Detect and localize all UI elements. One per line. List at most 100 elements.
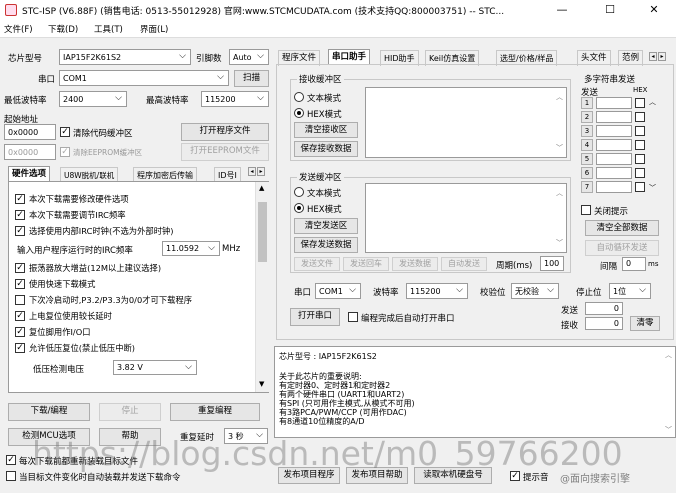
clear-code-checkbox[interactable]: ✓ — [60, 127, 70, 137]
multi-row-6-hex-checkbox[interactable] — [635, 168, 645, 178]
repeat-program-button[interactable]: 重复编程 — [170, 403, 260, 421]
menu-interface[interactable]: 界面(L) — [140, 23, 168, 35]
tab-hardware-options[interactable]: 硬件选项 — [8, 166, 51, 182]
save-send-button[interactable]: 保存发送数据 — [294, 237, 358, 253]
option-checkbox[interactable]: ✓ — [15, 194, 25, 204]
multi-row-5-button[interactable]: 5 — [581, 153, 593, 165]
send-data-button[interactable]: 发送数据 — [392, 257, 438, 271]
maximize-button[interactable]: ☐ — [588, 0, 632, 20]
send-scroll-up-icon[interactable]: ︿ — [556, 188, 563, 198]
multi-row-2-input[interactable] — [596, 111, 632, 123]
option-checkbox[interactable]: ✓ — [15, 279, 25, 289]
send-return-button[interactable]: 发送回车 — [343, 257, 389, 271]
menu-tools[interactable]: 工具(T) — [94, 23, 123, 35]
open-serial-port-button[interactable]: 打开串口 — [290, 308, 340, 326]
multi-row-4-button[interactable]: 4 — [581, 139, 593, 151]
option-checkbox[interactable]: ✓ — [15, 327, 25, 337]
multi-row-7-input[interactable] — [596, 181, 632, 193]
multi-row-2-button[interactable]: 2 — [581, 111, 593, 123]
send-text-mode-radio[interactable] — [294, 187, 304, 197]
right-tab-scroll-right-icon[interactable]: ▸ — [658, 52, 666, 61]
auto-loop-send-button[interactable]: 自动循环发送 — [585, 240, 659, 256]
eeprom-addr-input[interactable]: 0x0000 — [4, 144, 56, 160]
multi-row-4-hex-checkbox[interactable] — [635, 140, 645, 150]
info-scroll-up-icon[interactable]: ︿ — [665, 350, 672, 360]
multi-row-1-input[interactable] — [596, 97, 632, 109]
multi-row-7-hex-checkbox[interactable] — [635, 182, 645, 192]
multi-row-7-button[interactable]: 7 — [581, 181, 593, 193]
serial-port-select[interactable]: COM1 — [315, 283, 361, 299]
chip-select[interactable]: IAP15F2K61S2 — [59, 49, 191, 65]
auto-open-port-checkbox[interactable] — [348, 312, 358, 322]
auto-reload-checkbox[interactable] — [6, 471, 16, 481]
send-textarea[interactable]: ︿ ﹀ — [365, 183, 567, 253]
option-checkbox[interactable]: ✓ — [15, 311, 25, 321]
option-checkbox[interactable] — [15, 295, 25, 305]
menu-file[interactable]: 文件(F) — [4, 23, 33, 35]
reload-before-download-checkbox[interactable]: ✓ — [6, 455, 16, 465]
clear-all-data-button[interactable]: 清空全部数据 — [585, 220, 659, 236]
clear-eeprom-checkbox[interactable]: ✓ — [60, 147, 70, 157]
multi-scroll-down-icon[interactable]: ﹀ — [649, 183, 656, 193]
close-prompt-checkbox[interactable] — [581, 205, 591, 215]
info-scroll-down-icon[interactable]: ﹀ — [665, 425, 672, 435]
min-baud-select[interactable]: 2400 — [59, 91, 127, 107]
pins-select[interactable]: Auto — [229, 49, 269, 65]
save-receive-button[interactable]: 保存接收数据 — [294, 141, 358, 157]
send-hex-mode-radio[interactable] — [294, 203, 304, 213]
send-file-button[interactable]: 发送文件 — [294, 257, 340, 271]
multi-row-2-hex-checkbox[interactable] — [635, 112, 645, 122]
scroll-thumb[interactable] — [258, 202, 267, 262]
clear-send-button[interactable]: 清空发送区 — [294, 218, 358, 234]
multi-scroll-up-icon[interactable]: ︿ — [649, 97, 656, 107]
clear-receive-button[interactable]: 清空接收区 — [294, 122, 358, 138]
clear-count-button[interactable]: 清零 — [630, 316, 660, 331]
scroll-up-icon[interactable]: ▲ — [259, 184, 264, 192]
close-button[interactable]: ✕ — [632, 0, 676, 20]
max-baud-select[interactable]: 115200 — [201, 91, 269, 107]
tab-scroll-left-icon[interactable]: ◂ — [248, 167, 256, 176]
tab-scroll-right-icon[interactable]: ▸ — [257, 167, 265, 176]
menu-download[interactable]: 下载(D) — [48, 23, 78, 35]
multi-row-6-button[interactable]: 6 — [581, 167, 593, 179]
multi-row-3-button[interactable]: 3 — [581, 125, 593, 137]
recv-scroll-up-icon[interactable]: ︿ — [556, 92, 563, 102]
multi-row-3-input[interactable] — [596, 125, 632, 137]
multi-row-1-button[interactable]: 1 — [581, 97, 593, 109]
recv-hex-mode-radio[interactable] — [294, 108, 304, 118]
irc-freq-input[interactable]: 11.0592 — [162, 241, 220, 256]
right-tab-scroll-left-icon[interactable]: ◂ — [649, 52, 657, 61]
port-select[interactable]: COM1 — [59, 70, 229, 86]
multi-row-3-hex-checkbox[interactable] — [635, 126, 645, 136]
multi-row-6-input[interactable] — [596, 167, 632, 179]
send-scroll-down-icon[interactable]: ﹀ — [556, 238, 563, 248]
baud-rate-select[interactable]: 115200 — [406, 283, 468, 299]
recv-scroll-down-icon[interactable]: ﹀ — [556, 143, 563, 153]
multi-row-4-input[interactable] — [596, 139, 632, 151]
interval-input[interactable]: 0 — [622, 257, 646, 271]
download-program-button[interactable]: 下载/编程 — [8, 403, 90, 421]
code-addr-input[interactable]: 0x0000 — [4, 124, 56, 140]
multi-row-5-hex-checkbox[interactable] — [635, 154, 645, 164]
recv-text-mode-radio[interactable] — [294, 92, 304, 102]
minimize-button[interactable]: — — [540, 0, 584, 20]
stop-button[interactable]: 停止 — [99, 403, 161, 421]
option-checkbox[interactable]: ✓ — [15, 263, 25, 273]
open-eeprom-file-button[interactable]: 打开EEPROM文件 — [181, 143, 269, 161]
open-program-file-button[interactable]: 打开程序文件 — [181, 123, 269, 141]
scroll-down-icon[interactable]: ▼ — [259, 380, 264, 388]
multi-row-1-hex-checkbox[interactable] — [635, 98, 645, 108]
receive-textarea[interactable]: ︿ ﹀ — [365, 87, 567, 158]
low-voltage-select[interactable]: 3.82 V — [113, 360, 197, 375]
option-checkbox[interactable]: ✓ — [15, 210, 25, 220]
options-scrollbar[interactable]: ▲ ▼ — [255, 182, 269, 392]
tab-serial-assistant[interactable]: 串口助手 — [328, 49, 371, 65]
parity-select[interactable]: 无校验 — [511, 283, 559, 299]
auto-send-button[interactable]: 自动发送 — [441, 257, 487, 271]
period-input[interactable]: 100 — [540, 256, 564, 271]
scan-button[interactable]: 扫描 — [234, 70, 269, 87]
option-checkbox[interactable]: ✓ — [15, 343, 25, 353]
stop-bits-select[interactable]: 1位 — [609, 283, 651, 299]
multi-row-5-input[interactable] — [596, 153, 632, 165]
option-checkbox[interactable]: ✓ — [15, 226, 25, 236]
